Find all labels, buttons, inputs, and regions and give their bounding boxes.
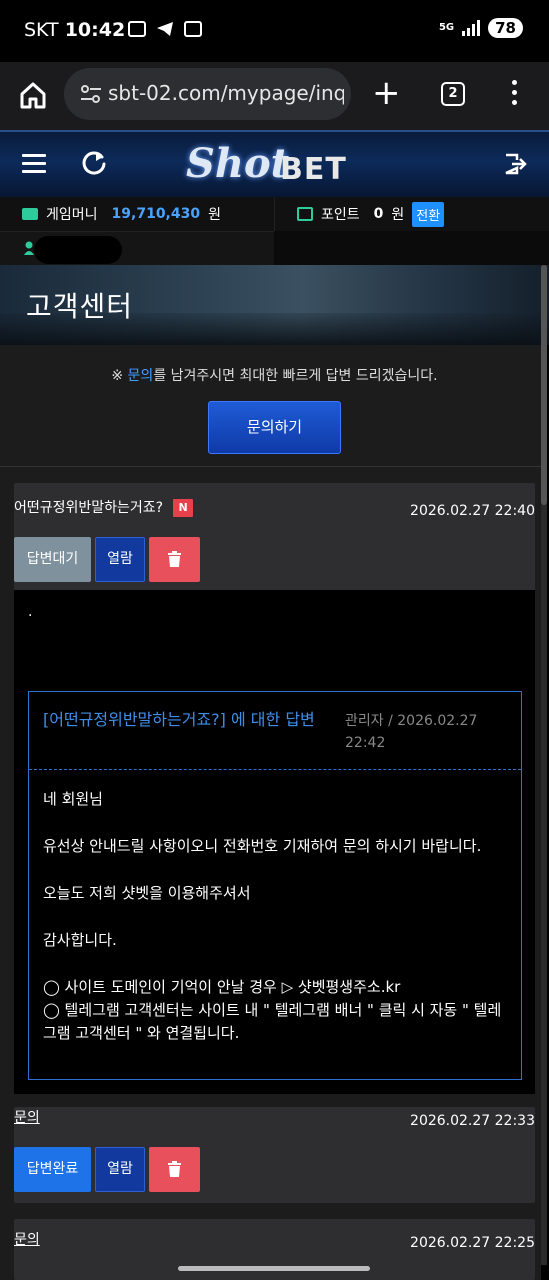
user-row: [0, 231, 274, 265]
new-tab-icon[interactable]: +: [372, 76, 401, 110]
gesture-home-bar[interactable]: [178, 1266, 370, 1271]
site-logo[interactable]: Shot BET: [186, 140, 366, 194]
hamburger-menu-icon[interactable]: [22, 154, 46, 174]
view-button[interactable]: 열람: [95, 537, 145, 582]
game-money-value: 19,710,430: [111, 206, 201, 222]
screenshot-icon: [128, 21, 146, 37]
trash-icon: [168, 1161, 181, 1177]
site-header: Shot BET: [0, 130, 549, 197]
notice-inquiry-link[interactable]: 문의: [128, 368, 154, 384]
inquiry-list: 어떤규정위반말하는거죠? N 2026.02.27 22:40 답변대기 열람 .…: [0, 467, 541, 1280]
convert-button[interactable]: 전환: [412, 201, 445, 227]
account-info-bar: 게임머니 19,710,430 원 포인트 0 원 전환: [0, 197, 549, 265]
status-waiting-button[interactable]: 답변대기: [14, 537, 91, 582]
new-badge: N: [173, 499, 194, 517]
trash-icon: [168, 551, 181, 567]
answer-box: [어떤규정위반말하는거죠?] 에 대한 답변 관리자 / 2026.02.27 …: [28, 691, 522, 1080]
page-title: 고객센터: [26, 290, 134, 323]
inquiry-title[interactable]: 문의: [14, 1229, 40, 1249]
network-5g-icon: 5G: [438, 22, 455, 33]
more-menu-icon[interactable]: [510, 80, 518, 110]
tab-switcher-button[interactable]: 2: [441, 82, 465, 106]
inquiry-body: .: [28, 604, 33, 620]
inquiry-item: 어떤규정위반말하는거죠? N 2026.02.27 22:40 답변대기 열람: [14, 483, 535, 594]
points: 포인트 0 원 전환: [274, 197, 549, 231]
status-bar: SKT 10:42 5G 78: [0, 0, 549, 62]
inquiry-item: 문의 2026.02.27 22:33 답변완료 열람: [14, 1107, 535, 1203]
address-bar[interactable]: sbt-02.com/mypage/inq: [64, 68, 351, 120]
inquiry-date: 2026.02.27 22:25: [410, 1235, 535, 1251]
inquiry-detail: . [어떤규정위반말하는거죠?] 에 대한 답변 관리자 / 2026.02.2…: [14, 590, 535, 1094]
voicemail-icon: [184, 21, 202, 37]
points-value: 0: [373, 206, 384, 222]
redacted-username: [34, 236, 122, 264]
delete-button[interactable]: [149, 1147, 200, 1192]
status-notification-icons: [128, 21, 202, 41]
url-text[interactable]: sbt-02.com/mypage/inq: [108, 81, 344, 105]
wallet-icon: [22, 208, 38, 220]
gift-icon: [297, 207, 313, 221]
refresh-icon[interactable]: [80, 148, 108, 176]
inquiry-date: 2026.02.27 22:33: [410, 1113, 535, 1129]
notice-area: ※ 문의를 남겨주시면 최대한 빠르게 답변 드리겠습니다. 문의하기: [0, 345, 541, 467]
browser-toolbar: sbt-02.com/mypage/inq + 2: [0, 62, 549, 130]
inquiry-date: 2026.02.27 22:40: [410, 503, 535, 519]
inquiry-button[interactable]: 문의하기: [208, 401, 341, 454]
inquiry-title[interactable]: 어떤규정위반말하는거죠? N: [14, 497, 194, 517]
answer-meta: 관리자 / 2026.02.27 22:42: [345, 713, 478, 751]
view-button[interactable]: 열람: [95, 1147, 145, 1192]
battery-level: 78: [488, 18, 523, 38]
logout-icon[interactable]: [503, 152, 527, 176]
delete-button[interactable]: [149, 537, 200, 582]
user-icon: [24, 240, 34, 255]
status-answered-button[interactable]: 답변완료: [14, 1147, 91, 1192]
page-scrollbar[interactable]: [541, 265, 547, 1265]
page-banner: 고객센터: [0, 265, 549, 345]
answer-title: [어떤규정위반말하는거죠?] 에 대한 답변: [43, 710, 315, 729]
notice-text: ※ 문의를 남겨주시면 최대한 빠르게 답변 드리겠습니다.: [111, 368, 438, 384]
answer-body: 네 회원님 유선상 안내드릴 사항이오니 전화번호 기재하여 문의 하시기 바랍…: [43, 790, 502, 1042]
game-money: 게임머니 19,710,430 원: [0, 197, 274, 231]
site-settings-icon[interactable]: [80, 84, 102, 104]
status-right: 5G 78: [439, 18, 523, 38]
inquiry-title[interactable]: 문의: [14, 1107, 40, 1127]
signal-icon: [462, 20, 481, 36]
status-carrier-time: SKT 10:42: [24, 19, 126, 41]
home-icon[interactable]: [18, 80, 48, 110]
telegram-icon: [156, 21, 174, 41]
